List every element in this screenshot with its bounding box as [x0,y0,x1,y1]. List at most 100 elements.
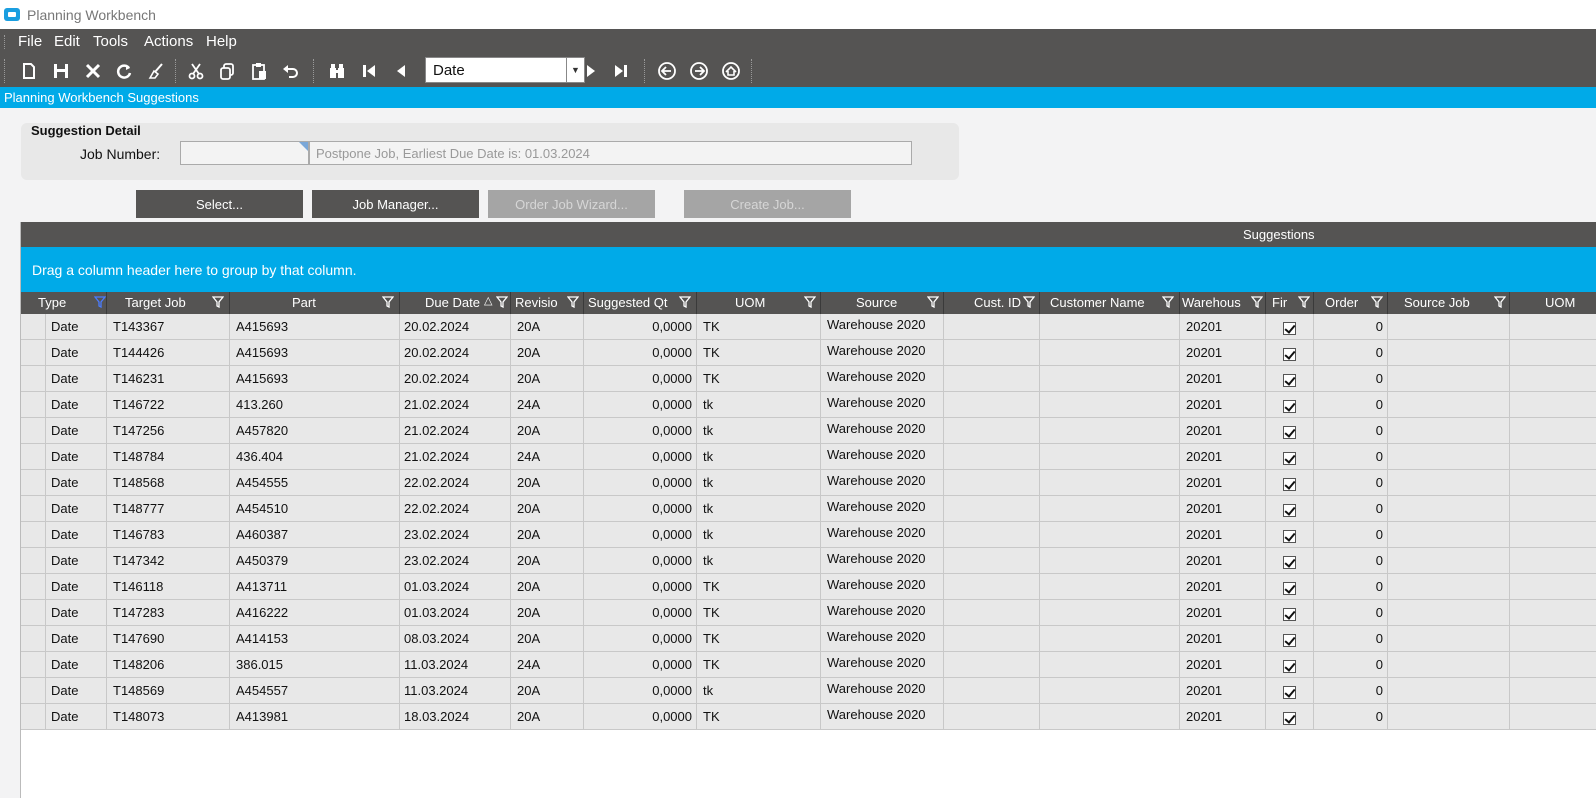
menu-edit[interactable]: Edit [54,33,80,50]
cell-part[interactable]: A450379 [230,548,400,574]
cell-revision[interactable]: 20A [511,548,584,574]
cell-customer-name[interactable] [1040,548,1180,574]
cell-source-job[interactable] [1388,678,1510,704]
cell-firm[interactable] [1266,444,1314,470]
cell-due-date[interactable]: 08.03.2024 [400,626,511,652]
cell-customer-name[interactable] [1040,314,1180,340]
cell-uom[interactable]: TK [697,314,821,340]
cell-uom[interactable]: tk [697,470,821,496]
filter-icon[interactable] [1494,296,1506,308]
cell-type[interactable]: Date [46,392,107,418]
delete-icon[interactable] [82,60,104,82]
cell-suggested-qty[interactable]: 0,0000 [584,470,697,496]
table-row[interactable]: Date T146783 A460387 23.02.2024 20A 0,0000 tk W… [21,522,1596,548]
cell-due-date[interactable]: 23.02.2024 [400,522,511,548]
table-row[interactable]: Date T147256 A457820 21.02.2024 20A 0,0000 tk W… [21,418,1596,444]
cell-target-job[interactable]: T147342 [107,548,230,574]
cell-suggested-qty[interactable]: 0,0000 [584,704,697,730]
save-icon[interactable] [50,60,72,82]
cell-firm[interactable] [1266,314,1314,340]
cell-source-job[interactable] [1388,574,1510,600]
cell-warehouse[interactable]: 20201 [1180,678,1266,704]
cell-uom[interactable]: TK [697,626,821,652]
cell-due-date[interactable]: 18.03.2024 [400,704,511,730]
cell-uom-2[interactable] [1510,496,1596,522]
cell-firm[interactable] [1266,600,1314,626]
firm-checkbox[interactable] [1283,634,1296,647]
cell-due-date[interactable]: 21.02.2024 [400,444,511,470]
home-icon[interactable] [720,60,742,82]
cell-suggested-qty[interactable]: 0,0000 [584,392,697,418]
cell-cust-id[interactable] [944,444,1040,470]
cell-source-job[interactable] [1388,392,1510,418]
cell-source[interactable]: Warehouse 2020 [821,600,944,626]
cell-part[interactable]: 413.260 [230,392,400,418]
firm-checkbox[interactable] [1283,686,1296,699]
cell-due-date[interactable]: 20.02.2024 [400,314,511,340]
cell-source-job[interactable] [1388,652,1510,678]
cell-customer-name[interactable] [1040,340,1180,366]
cell-source[interactable]: Warehouse 2020 [821,678,944,704]
cell-cust-id[interactable] [944,548,1040,574]
cell-firm[interactable] [1266,366,1314,392]
cell-suggested-qty[interactable]: 0,0000 [584,444,697,470]
cell-due-date[interactable]: 20.02.2024 [400,340,511,366]
cell-source-job[interactable] [1388,418,1510,444]
cell-order[interactable]: 0 [1314,392,1388,418]
cell-firm[interactable] [1266,704,1314,730]
cell-order[interactable]: 0 [1314,314,1388,340]
cell-uom-2[interactable] [1510,600,1596,626]
cell-suggested-qty[interactable]: 0,0000 [584,522,697,548]
cell-uom[interactable]: tk [697,392,821,418]
cell-due-date[interactable]: 21.02.2024 [400,392,511,418]
cell-uom-2[interactable] [1510,444,1596,470]
cell-type[interactable]: Date [46,522,107,548]
cell-source[interactable]: Warehouse 2020 [821,626,944,652]
cell-revision[interactable]: 24A [511,652,584,678]
cell-warehouse[interactable]: 20201 [1180,574,1266,600]
cell-cust-id[interactable] [944,496,1040,522]
cell-target-job[interactable]: T148784 [107,444,230,470]
cell-suggested-qty[interactable]: 0,0000 [584,678,697,704]
cell-source[interactable]: Warehouse 2020 [821,418,944,444]
cell-source[interactable]: Warehouse 2020 [821,470,944,496]
column-header-warehouse[interactable]: Warehous [1180,292,1266,314]
cell-revision[interactable]: 20A [511,314,584,340]
cell-source-job[interactable] [1388,340,1510,366]
table-row[interactable]: Date T147342 A450379 23.02.2024 20A 0,0000 tk W… [21,548,1596,574]
cell-warehouse[interactable]: 20201 [1180,496,1266,522]
cell-firm[interactable] [1266,548,1314,574]
cell-source[interactable]: Warehouse 2020 [821,444,944,470]
cell-type[interactable]: Date [46,652,107,678]
row-selector[interactable] [21,418,46,444]
cell-source[interactable]: Warehouse 2020 [821,574,944,600]
cell-revision[interactable]: 24A [511,392,584,418]
cell-revision[interactable]: 24A [511,444,584,470]
cell-firm[interactable] [1266,678,1314,704]
cell-uom-2[interactable] [1510,626,1596,652]
cell-order[interactable]: 0 [1314,548,1388,574]
job-manager-button[interactable]: Job Manager... [312,190,479,218]
table-row[interactable]: Date T147283 A416222 01.03.2024 20A 0,0000 TK W… [21,600,1596,626]
refresh-icon[interactable] [113,60,135,82]
row-selector[interactable] [21,574,46,600]
cell-warehouse[interactable]: 20201 [1180,548,1266,574]
row-selector[interactable] [21,678,46,704]
cell-customer-name[interactable] [1040,522,1180,548]
group-by-panel[interactable]: Drag a column header here to group by th… [21,247,1596,292]
cell-order[interactable]: 0 [1314,496,1388,522]
column-header-target-job[interactable]: Target Job [107,292,230,314]
cell-target-job[interactable]: T147690 [107,626,230,652]
cell-revision[interactable]: 20A [511,340,584,366]
cell-uom-2[interactable] [1510,470,1596,496]
row-selector[interactable] [21,704,46,730]
cell-revision[interactable]: 20A [511,574,584,600]
filter-icon[interactable] [1023,296,1035,308]
clear-brush-icon[interactable] [145,60,167,82]
column-header-source-job[interactable]: Source Job [1388,292,1510,314]
cell-source[interactable]: Warehouse 2020 [821,340,944,366]
cell-due-date[interactable]: 01.03.2024 [400,600,511,626]
column-header-firm[interactable]: Fir [1266,292,1314,314]
cell-type[interactable]: Date [46,496,107,522]
filter-icon[interactable] [1162,296,1174,308]
